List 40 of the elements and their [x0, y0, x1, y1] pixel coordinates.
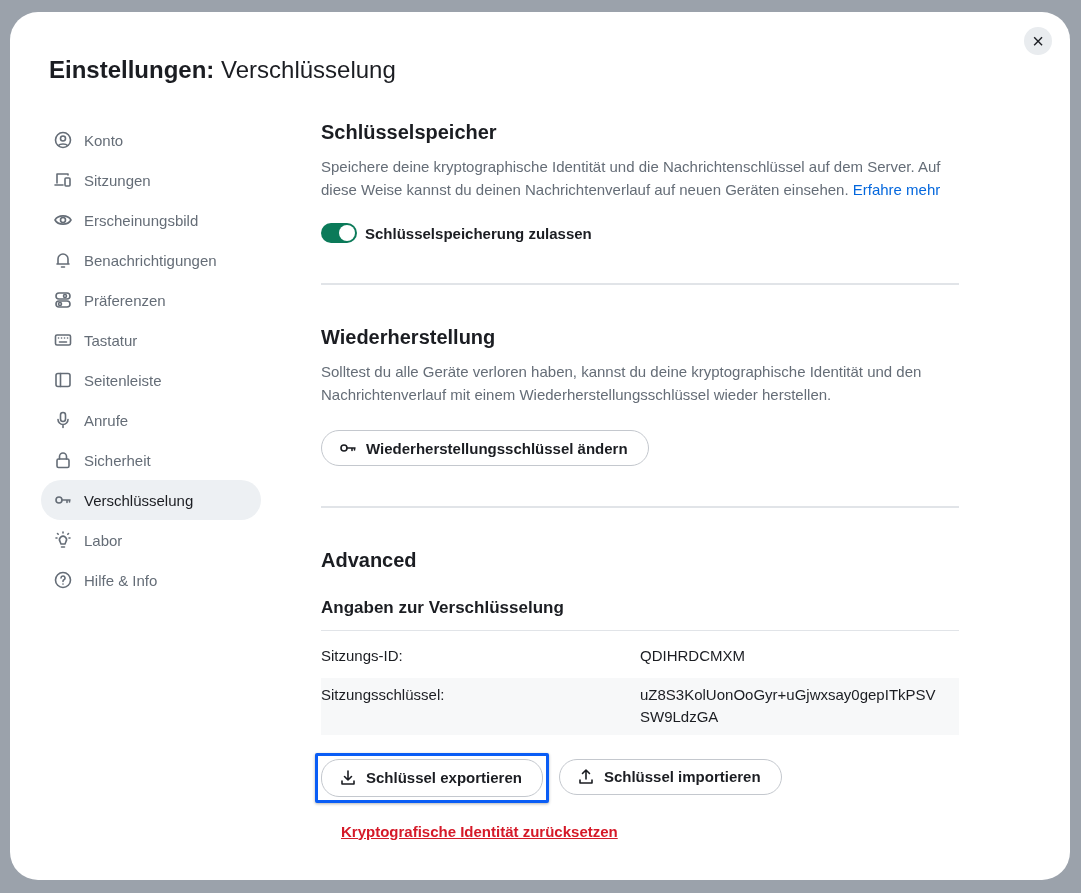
info-label: Sitzungsschlüssel: — [321, 684, 446, 705]
sidebar-item[interactable]: Labor — [41, 520, 261, 560]
download-icon — [338, 767, 358, 788]
section-description: Speichere deine kryptographische Identität und die Nachrichtenschlüssel auf dem Server. Auf diese Weise kannst du deinen Nachrichtenverlauf auf neuen Geräten einsehen. Erfahre mehr — [321, 157, 942, 200]
sidebar-item[interactable]: Sicherheit — [41, 440, 261, 480]
dialog-title: Einstellungen: Verschlüsselung — [49, 55, 397, 85]
export-keys-button[interactable]: Schlüssel exportieren — [315, 752, 549, 803]
lock-icon — [53, 450, 73, 470]
bell-icon — [53, 250, 73, 270]
reset-identity-link[interactable]: Kryptografische Identität zurücksetzen — [341, 822, 618, 840]
sidebar-item[interactable]: Sitzungen — [41, 160, 261, 200]
sidebar-item[interactable]: Hilfe & Info — [41, 560, 261, 600]
change-recovery-key-button[interactable]: Wiederherstellungsschlüssel ändern — [321, 430, 649, 466]
sidebar-icon — [53, 370, 73, 390]
sidebar-item[interactable]: Anrufe — [41, 400, 261, 440]
sidebar-item[interactable]: Präferenzen — [41, 280, 261, 320]
import-keys-button[interactable]: Schlüssel importieren — [558, 758, 782, 795]
toggle-label: Schlüsselspeicherung zulassen — [365, 224, 592, 242]
section-heading: Advanced — [321, 548, 418, 572]
info-label: Sitzungs-ID: — [321, 646, 404, 666]
sidebar-item[interactable]: Benachrichtigungen — [41, 240, 261, 280]
devices-icon — [53, 170, 73, 190]
section-heading: Schlüsselspeicher — [321, 120, 498, 144]
section-description: Solltest du alle Geräte verloren haben, kannst du deine kryptographische Identität und den Nachrichtenverlauf mit einem Wiederherstellungsschlüssel wieder herstellen. — [321, 362, 923, 405]
sidebar-item[interactable]: Seitenleiste — [41, 360, 261, 400]
sidebar-item[interactable]: Erscheinungsbild — [41, 200, 261, 240]
sidebar-item[interactable]: Konto — [41, 120, 261, 160]
toggles-icon — [53, 290, 73, 310]
sidebar-item[interactable]: Tastatur — [41, 320, 261, 360]
close-button[interactable]: × — [1024, 27, 1052, 55]
info-value: uZ8S3KolUonOoGyr+uGjwxsay0gepITkPSVSW9LdzGA — [640, 684, 937, 727]
account-icon — [53, 130, 73, 150]
help-icon — [53, 570, 73, 590]
lightbulb-icon — [53, 530, 73, 550]
toggle-switch[interactable] — [321, 223, 357, 243]
sidebar-item[interactable]: Verschlüsselung — [41, 480, 261, 520]
subsection-heading: Angaben zur Verschlüsselung — [321, 598, 959, 631]
info-value: QDIHRDCMXM — [640, 646, 746, 666]
section-heading: Wiederherstellung — [321, 325, 497, 349]
learn-more-link[interactable]: Erfahre mehr — [852, 180, 941, 198]
